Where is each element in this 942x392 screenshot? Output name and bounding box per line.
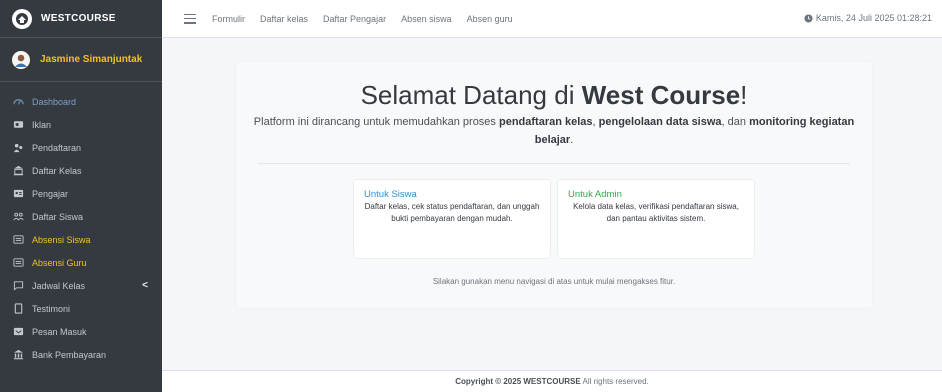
comment-icon	[13, 280, 24, 291]
datetime-display: Kamis, 24 Juli 2025 01:28:21	[804, 13, 932, 23]
file-icon	[13, 303, 24, 314]
user-panel[interactable]: Jasmine Simanjuntak	[0, 38, 162, 82]
admin-box-title: Untuk Admin	[568, 189, 622, 200]
list-icon	[13, 257, 24, 268]
avatar	[12, 50, 30, 69]
sidebar-item-label: Testimoni	[32, 303, 71, 314]
admin-info-box: Untuk Admin Kelola data kelas, verifikas…	[558, 180, 754, 258]
top-nav-links: Formulir Daftar kelas Daftar Pengajar Ab…	[212, 14, 528, 24]
sidebar-item-label: Jadwal Kelas	[32, 280, 86, 291]
top-navbar: Formulir Daftar kelas Daftar Pengajar Ab…	[162, 0, 942, 38]
student-info-box: Untuk Siswa Daftar kelas, cek status pen…	[354, 180, 550, 258]
sidebar-item-absensi-siswa[interactable]: Absensi Siswa	[0, 228, 162, 251]
sidebar-item-bank-pembayaran[interactable]: Bank Pembayaran	[0, 343, 162, 366]
sidebar-item-label: Pengajar	[32, 188, 69, 199]
nav-link-absen-siswa[interactable]: Absen siswa	[401, 14, 452, 24]
sidebar-item-iklan[interactable]: Iklan	[0, 113, 162, 136]
ad-icon	[13, 119, 24, 130]
footer: Copyright © 2025 WESTCOURSE All rights r…	[162, 370, 942, 392]
sidebar-item-label: Iklan	[32, 119, 52, 130]
sidebar-item-label: Daftar Kelas	[32, 165, 82, 176]
brand[interactable]: WESTCOURSE	[0, 0, 162, 38]
student-box-text: Daftar kelas, cek status pendaftaran, da…	[364, 202, 540, 223]
sidebar-item-pendaftaran[interactable]: Pendaftaran	[0, 136, 162, 159]
sidebar-item-dashboard[interactable]: Dashboard	[0, 90, 162, 113]
sidebar-item-absensi-guru[interactable]: Absensi Guru	[0, 251, 162, 274]
dashboard-icon	[13, 96, 24, 107]
brand-name: WESTCOURSE	[41, 13, 116, 24]
page-title: Selamat Datang di West Course!	[360, 80, 748, 110]
sidebar-item-label: Absensi Guru	[32, 257, 87, 268]
bank-icon	[13, 349, 24, 360]
sidebar-item-daftar-kelas[interactable]: Daftar Kelas	[0, 159, 162, 182]
footer-copyright: Copyright © 2025 WESTCOURSE All rights r…	[455, 377, 649, 386]
welcome-card: Selamat Datang di West Course! Platform …	[236, 62, 872, 308]
sidebar-item-pengajar[interactable]: Pengajar	[0, 182, 162, 205]
nav-link-daftar-kelas[interactable]: Daftar kelas	[260, 14, 308, 24]
sidebar-menu: Dashboard Iklan Pendaftaran Daftar Kelas…	[0, 82, 162, 366]
users-icon	[13, 142, 24, 153]
user-group-icon	[13, 211, 24, 222]
menu-toggle-icon[interactable]	[184, 13, 196, 24]
sidebar-item-daftar-siswa[interactable]: Daftar Siswa	[0, 205, 162, 228]
building-icon	[13, 165, 24, 176]
chevron-left-icon[interactable]: <	[142, 280, 148, 291]
divider	[258, 163, 850, 164]
sidebar-item-label: Pendaftaran	[32, 142, 82, 153]
admin-box-text: Kelola data kelas, verifikasi pendaftara…	[573, 202, 739, 223]
sidebar: WESTCOURSE Jasmine Simanjuntak Dashboard…	[0, 0, 162, 392]
sidebar-item-pesan-masuk[interactable]: Pesan Masuk	[0, 320, 162, 343]
inbox-icon	[13, 326, 24, 337]
id-card-icon	[13, 188, 24, 199]
user-name: Jasmine Simanjuntak	[40, 54, 143, 65]
welcome-subtitle: Platform ini dirancang untuk memudahkan …	[253, 116, 855, 146]
clock-icon	[804, 13, 813, 23]
sidebar-item-label: Bank Pembayaran	[32, 349, 107, 360]
sidebar-item-testimoni[interactable]: Testimoni	[0, 297, 162, 320]
sidebar-item-label: Dashboard	[32, 96, 77, 107]
nav-link-daftar-pengajar[interactable]: Daftar Pengajar	[323, 14, 386, 24]
nav-link-absen-guru[interactable]: Absen guru	[467, 14, 513, 24]
sidebar-item-jadwal-kelas[interactable]: Jadwal Kelas <	[0, 274, 162, 297]
navigation-hint: Silakan gunakan menu navigasi di atas un…	[432, 277, 676, 286]
datetime-text: Kamis, 24 Juli 2025 01:28:21	[815, 13, 932, 23]
nav-link-formulir[interactable]: Formulir	[212, 14, 245, 24]
student-box-title: Untuk Siswa	[364, 189, 417, 200]
sidebar-item-label: Daftar Siswa	[32, 211, 84, 222]
sidebar-item-label: Absensi Siswa	[32, 234, 91, 245]
brand-logo-icon	[12, 8, 32, 29]
list-icon	[13, 234, 24, 245]
sidebar-item-label: Pesan Masuk	[32, 326, 87, 337]
